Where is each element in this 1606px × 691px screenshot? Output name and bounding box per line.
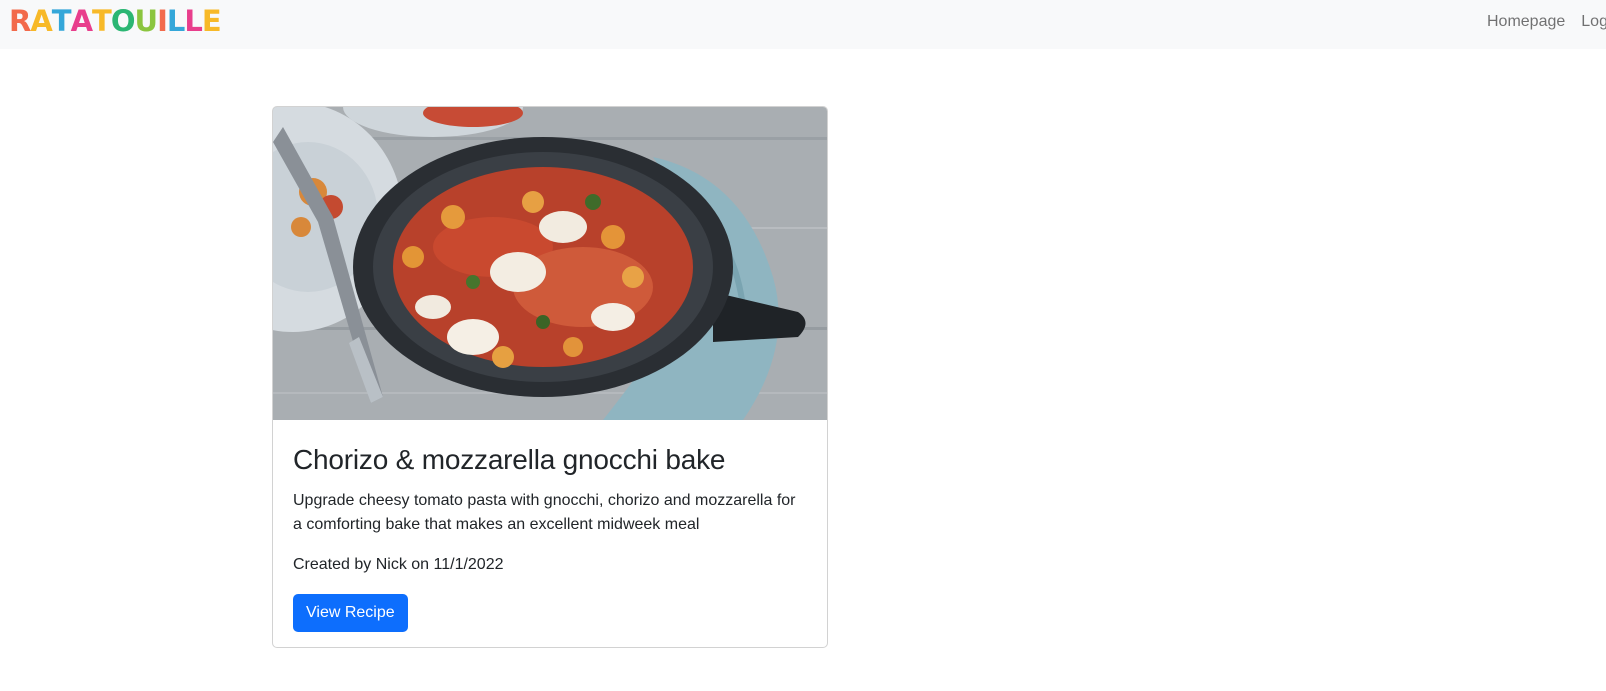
brand-letter: O [110, 4, 136, 38]
brand-letter: U [134, 4, 159, 38]
brand-letter: L [184, 4, 203, 38]
brand-letter: R [9, 4, 31, 38]
nav-links: Homepage Login [1487, 0, 1606, 43]
brand-letter: E [201, 4, 222, 38]
brand-letter: L [166, 4, 186, 38]
brand-letter: A [30, 4, 52, 38]
nav-link-login[interactable]: Login [1581, 13, 1606, 31]
recipe-image [273, 107, 827, 420]
recipe-meta: Created by Nick on 11/1/2022 [293, 556, 504, 573]
view-recipe-button[interactable]: View Recipe [293, 594, 408, 632]
nav-link-homepage[interactable]: Homepage [1487, 13, 1565, 31]
brand-letter: T [51, 4, 72, 38]
brand-letter: I [157, 4, 168, 38]
recipe-description: Upgrade cheesy tomato pasta with gnocchi… [293, 492, 796, 533]
brand-logo[interactable]: RATATOUILLE [9, 4, 222, 38]
card-body: Chorizo & mozzarella gnocchi bake Upgrad… [293, 443, 808, 632]
brand-letter: T [92, 4, 112, 38]
brand-letter: A [70, 4, 93, 38]
navbar: RATATOUILLE Homepage Login [0, 0, 1606, 49]
recipe-title: Chorizo & mozzarella gnocchi bake [293, 444, 726, 475]
recipe-card: Chorizo & mozzarella gnocchi bake Upgrad… [272, 106, 828, 648]
